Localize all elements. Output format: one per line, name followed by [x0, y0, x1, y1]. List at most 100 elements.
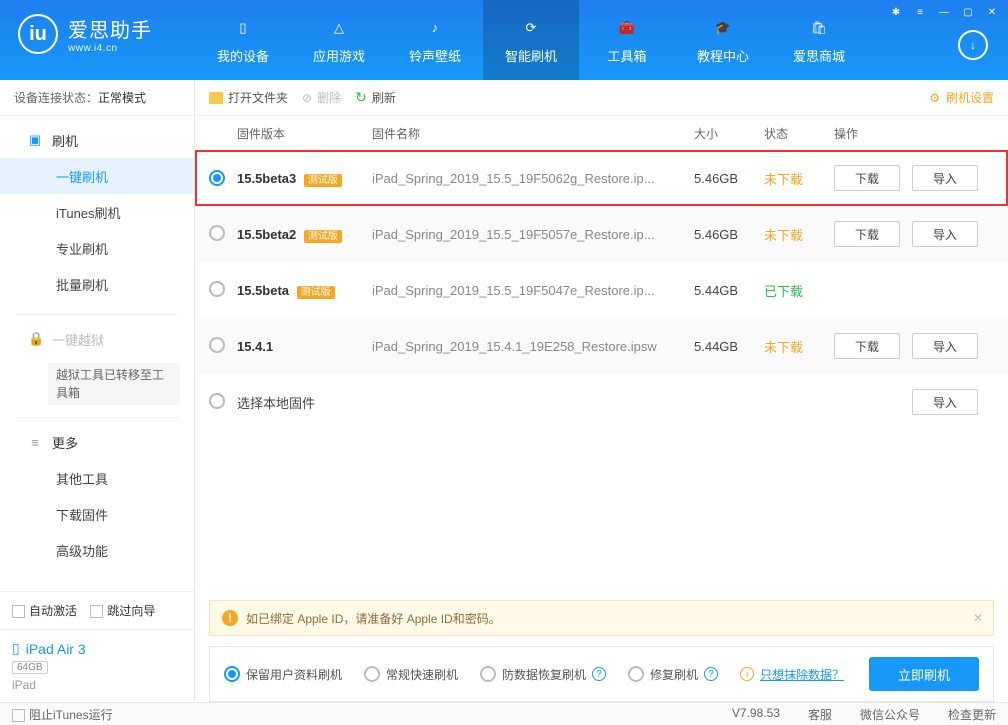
sidebar-item-flash-0[interactable]: 一键刷机 — [0, 158, 194, 194]
import-button[interactable]: 导入 — [912, 333, 978, 359]
open-folder-button[interactable]: 打开文件夹 — [209, 89, 288, 106]
import-button[interactable]: 导入 — [912, 221, 978, 247]
device-name: iPad Air 3 — [26, 641, 86, 657]
sidebar-item-flash-1[interactable]: iTunes刷机 — [0, 194, 194, 230]
button-label: 刷新 — [372, 89, 396, 106]
firmware-row[interactable]: 15.5beta3 测试版iPad_Spring_2019_15.5_19F50… — [195, 150, 1008, 206]
fw-version: 15.4.1 — [237, 339, 273, 354]
close-notice-icon[interactable]: ✕ — [973, 611, 983, 625]
close-icon[interactable]: ✕ — [984, 4, 1000, 20]
refresh-button[interactable]: ↻刷新 — [355, 89, 396, 106]
delete-button[interactable]: ⊘删除 — [302, 89, 341, 106]
beta-tag: 测试版 — [297, 286, 335, 299]
folder-icon — [209, 92, 223, 104]
warning-icon: ! — [222, 610, 238, 626]
wechat-link[interactable]: 微信公众号 — [860, 706, 920, 723]
firmware-row[interactable]: 选择本地固件 导入 — [195, 374, 1008, 430]
download-button[interactable]: 下载 — [834, 221, 900, 247]
import-button[interactable]: 导入 — [912, 389, 978, 415]
downloads-icon[interactable]: ↓ — [958, 30, 988, 60]
check-update-link[interactable]: 检查更新 — [948, 706, 996, 723]
opt-anti-recovery[interactable]: 防数据恢复刷机? — [480, 666, 606, 683]
col-name: 固件名称 — [372, 125, 694, 142]
fw-status: 未下载 — [764, 225, 834, 244]
opt-normal[interactable]: 常规快速刷机 — [364, 666, 458, 683]
opt-label: 修复刷机 — [650, 666, 698, 683]
minimize-icon[interactable]: — — [936, 4, 952, 20]
beta-tag: 测试版 — [304, 230, 342, 243]
row-radio[interactable] — [209, 393, 225, 409]
opt-repair[interactable]: 修复刷机? — [628, 666, 718, 683]
sidebar: 设备连接状态：正常模式 ▣刷机 一键刷机iTunes刷机专业刷机批量刷机 🔒一键… — [0, 80, 195, 702]
topnav-tab-media[interactable]: ♪铃声壁纸 — [387, 0, 483, 80]
sidebar-item-more-1[interactable]: 下载固件 — [0, 496, 194, 532]
sidebar-group-more[interactable]: ≡更多 — [0, 424, 194, 460]
col-size: 大小 — [694, 125, 764, 142]
firmware-row[interactable]: 15.4.1iPad_Spring_2019_15.4.1_19E258_Res… — [195, 318, 1008, 374]
checkbox-auto-activate[interactable] — [12, 605, 25, 618]
table-header: 固件版本 固件名称 大小 状态 操作 — [195, 116, 1008, 150]
firmware-row[interactable]: 15.5beta 测试版iPad_Spring_2019_15.5_19F504… — [195, 262, 1008, 318]
delete-icon: ⊘ — [302, 91, 312, 105]
flash-settings-button[interactable]: ⚙刷机设置 — [929, 89, 994, 106]
gear-icon: ⚙ — [929, 91, 940, 105]
sidebar-item-flash-3[interactable]: 批量刷机 — [0, 266, 194, 302]
import-button[interactable]: 导入 — [912, 165, 978, 191]
device-type: iPad — [12, 678, 182, 692]
topnav-tab-device[interactable]: ▯我的设备 — [195, 0, 291, 80]
support-link[interactable]: 客服 — [808, 706, 832, 723]
row-radio[interactable] — [209, 281, 225, 297]
titlebar-notice-icon[interactable]: ✱ — [888, 4, 904, 20]
device-capacity: 64GB — [12, 661, 48, 674]
checkbox-block-itunes[interactable] — [12, 709, 25, 722]
help-icon[interactable]: ? — [704, 667, 718, 681]
topnav-tab-flash[interactable]: ⟳智能刷机 — [483, 0, 579, 80]
flash-now-button[interactable]: 立即刷机 — [869, 657, 979, 691]
window-controls: ✱ ≡ — ▢ ✕ — [888, 4, 1000, 20]
topnav-tab-toolbox[interactable]: 🧰工具箱 — [579, 0, 675, 80]
opt-keep-data[interactable]: 保留用户资料刷机 — [224, 666, 342, 683]
row-radio[interactable] — [209, 170, 225, 186]
erase-link[interactable]: i只想抹除数据？ — [740, 666, 844, 683]
download-button[interactable]: 下载 — [834, 333, 900, 359]
maximize-icon[interactable]: ▢ — [960, 4, 976, 20]
tutorial-icon: 🎓 — [715, 16, 731, 40]
flash-options: 保留用户资料刷机 常规快速刷机 防数据恢复刷机? 修复刷机? i只想抹除数据？ … — [209, 646, 994, 702]
opt-label: 保留用户资料刷机 — [246, 666, 342, 683]
topnav-tab-tutorial[interactable]: 🎓教程中心 — [675, 0, 771, 80]
button-label: 打开文件夹 — [228, 89, 288, 106]
row-radio[interactable] — [209, 337, 225, 353]
topnav-tab-apps[interactable]: △应用游戏 — [291, 0, 387, 80]
sidebar-auto-activate: 自动激活 跳过向导 — [0, 591, 194, 629]
app-logo: iu 爱思助手 www.i4.cn — [18, 14, 152, 54]
fw-version: 15.5beta3 — [237, 171, 296, 186]
sidebar-item-flash-2[interactable]: 专业刷机 — [0, 230, 194, 266]
firmware-list: 15.5beta3 测试版iPad_Spring_2019_15.5_19F50… — [195, 150, 1008, 430]
titlebar-menu-icon[interactable]: ≡ — [912, 4, 928, 20]
media-icon: ♪ — [432, 16, 439, 40]
divider — [16, 417, 178, 418]
sidebar-item-more-2[interactable]: 高级功能 — [0, 532, 194, 568]
help-icon[interactable]: ? — [592, 667, 606, 681]
sidebar-group-flash[interactable]: ▣刷机 — [0, 122, 194, 158]
radio-icon — [480, 666, 496, 682]
link-label: 只想抹除数据？ — [760, 666, 844, 683]
firmware-row[interactable]: 15.5beta2 测试版iPad_Spring_2019_15.5_19F50… — [195, 206, 1008, 262]
tab-label: 智能刷机 — [505, 46, 557, 65]
fw-version: 15.5beta — [237, 283, 289, 298]
row-radio[interactable] — [209, 225, 225, 241]
download-button[interactable]: 下载 — [834, 165, 900, 191]
ipad-icon: ▯ — [12, 640, 20, 657]
col-status: 状态 — [764, 125, 834, 142]
fw-size: 5.44GB — [694, 339, 764, 354]
tab-label: 应用游戏 — [313, 46, 365, 65]
checkbox-skip-guide[interactable] — [90, 605, 103, 618]
topnav-tab-shop[interactable]: 🛍爱思商城 — [771, 0, 867, 80]
tab-label: 我的设备 — [217, 46, 269, 65]
sidebar-device-card[interactable]: ▯ iPad Air 3 64GB iPad — [0, 629, 194, 702]
top-nav: ▯我的设备△应用游戏♪铃声壁纸⟳智能刷机🧰工具箱🎓教程中心🛍爱思商城 — [195, 0, 867, 80]
fw-size: 5.46GB — [694, 227, 764, 242]
row-label: 选择本地固件 — [237, 396, 315, 411]
radio-icon — [224, 666, 240, 682]
sidebar-item-more-0[interactable]: 其他工具 — [0, 460, 194, 496]
